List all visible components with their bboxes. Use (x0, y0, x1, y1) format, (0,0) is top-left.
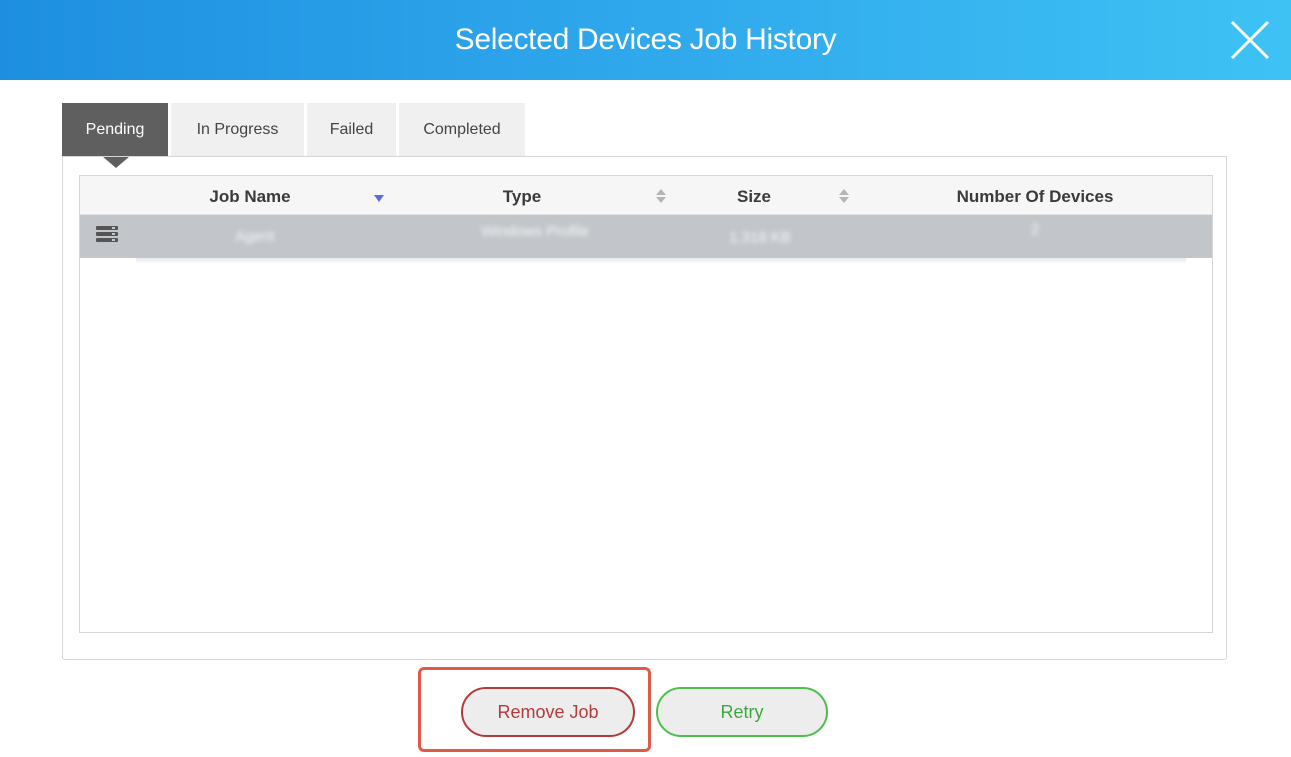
tab-completed[interactable]: Completed (399, 103, 525, 156)
server-icon (96, 226, 118, 242)
job-table: Job Name Type Size Number Of Devices Age… (79, 175, 1213, 633)
tab-label: In Progress (196, 121, 279, 138)
tab-pending[interactable]: Pending (62, 103, 168, 168)
column-header-job-name[interactable]: Job Name (180, 176, 320, 214)
column-label: Size (736, 187, 772, 206)
table-header: Job Name Type Size Number Of Devices (80, 176, 1212, 215)
row-divider (136, 258, 1186, 264)
sort-icon[interactable] (838, 188, 850, 204)
cell-job-name: Agent (235, 228, 275, 245)
table-row[interactable]: Agent Windows Profile 1.318 KB 2 (80, 215, 1212, 258)
sort-descending-icon[interactable] (373, 190, 385, 206)
column-header-number-of-devices[interactable]: Number Of Devices (920, 176, 1150, 214)
tab-label: Completed (423, 121, 501, 138)
column-header-type[interactable]: Type (462, 176, 582, 214)
sort-icon[interactable] (655, 188, 667, 204)
cell-type: Windows Profile (481, 223, 589, 240)
column-label: Job Name (209, 187, 291, 206)
tab-failed[interactable]: Failed (307, 103, 396, 156)
tab-panel: Job Name Type Size Number Of Devices Age… (62, 156, 1227, 660)
tab-label: Pending (85, 121, 145, 138)
cell-size: 1.318 KB (729, 229, 791, 246)
remove-job-button[interactable]: Remove Job (461, 687, 635, 737)
column-label: Number Of Devices (956, 187, 1114, 206)
cell-devices: 2 (1030, 221, 1040, 238)
tab-in-progress[interactable]: In Progress (171, 103, 304, 156)
tab-label: Failed (329, 121, 374, 138)
column-label: Type (502, 187, 542, 206)
retry-button[interactable]: Retry (656, 687, 828, 737)
close-button[interactable] (1228, 18, 1272, 62)
close-icon (1230, 20, 1270, 60)
dialog-title: Selected Devices Job History (454, 23, 837, 56)
column-header-size[interactable]: Size (710, 176, 798, 214)
dialog-header: Selected Devices Job History (0, 0, 1291, 80)
